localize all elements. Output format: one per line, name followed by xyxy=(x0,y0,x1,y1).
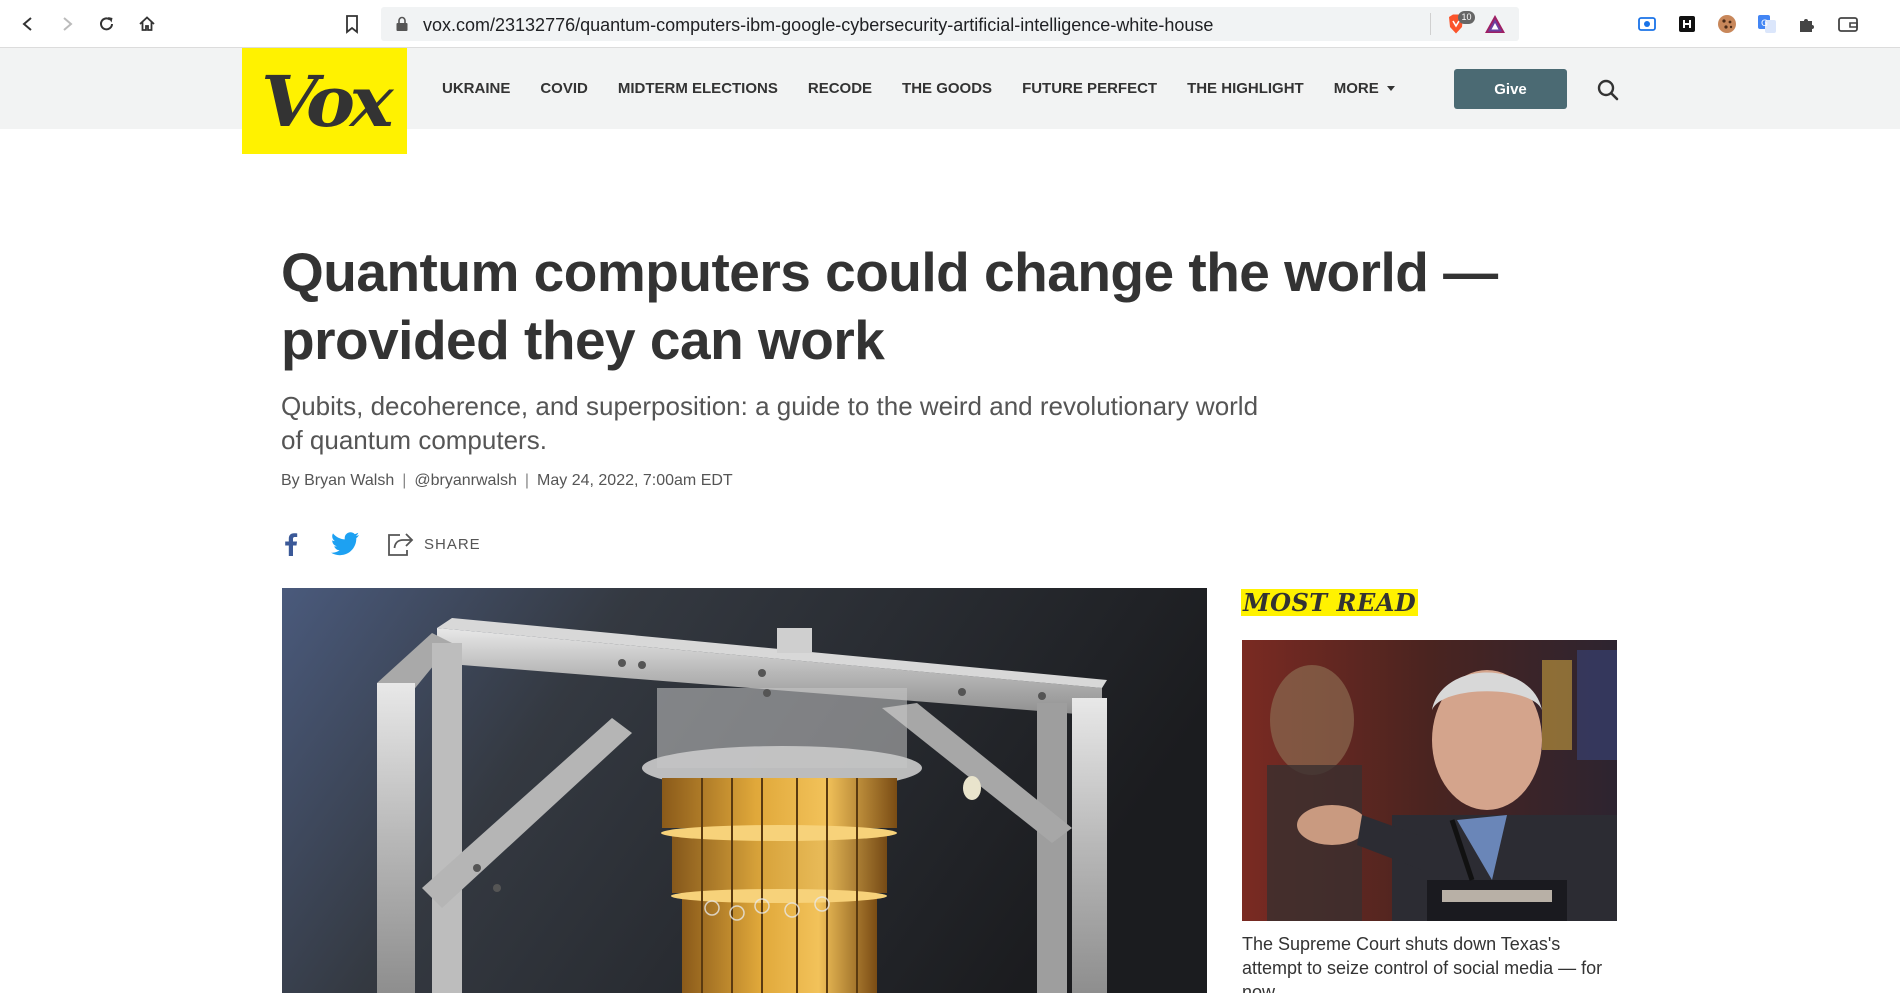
chevron-down-icon xyxy=(1386,86,1395,91)
extensions-button[interactable] xyxy=(1795,12,1819,36)
byline: By Bryan Walsh | @bryanrwalsh | May 24, 2022… xyxy=(281,472,733,490)
share-label[interactable]: SHARE xyxy=(424,536,481,553)
home-icon xyxy=(139,16,155,31)
nav-item-future-perfect[interactable]: FUTURE PERFECT xyxy=(1022,80,1157,97)
article-headline: Quantum computers could change the world… xyxy=(281,241,1498,371)
byline-separator: | xyxy=(402,472,407,489)
bookmark-icon xyxy=(346,15,358,34)
logo-text: Vox xyxy=(260,59,394,143)
back-icon xyxy=(22,17,32,31)
quantum-computer-photo xyxy=(282,588,1207,993)
cookie-extension-icon xyxy=(1718,15,1736,33)
screenshot-extension-button[interactable] xyxy=(1635,12,1659,36)
url-divider xyxy=(1430,13,1431,35)
address-bar[interactable]: vox.com/23132776/quantum-computers-ibm-g… xyxy=(381,7,1519,41)
svg-text:G: G xyxy=(1761,19,1768,29)
extensions-puzzle-icon xyxy=(1800,19,1814,32)
politician-photo xyxy=(1242,640,1617,921)
browser-toolbar: vox.com/23132776/quantum-computers-ibm-g… xyxy=(0,0,1900,48)
nav-item-the-highlight[interactable]: THE HIGHLIGHT xyxy=(1187,80,1304,97)
h-extension-icon xyxy=(1679,16,1695,32)
translate-extension-icon: G xyxy=(1758,15,1776,33)
publish-date: May 24, 2022, 7:00am EDT xyxy=(537,472,733,489)
author-twitter-link[interactable]: @bryanrwalsh xyxy=(414,472,517,489)
brave-rewards-icon[interactable] xyxy=(1483,13,1507,35)
reload-icon xyxy=(100,17,113,31)
screenshot-extension-icon xyxy=(1638,17,1656,31)
hero-image xyxy=(282,588,1207,993)
cookie-extension-button[interactable] xyxy=(1715,12,1739,36)
lock-icon xyxy=(396,16,408,31)
search-button[interactable] xyxy=(1594,76,1622,104)
shield-count-badge: 10 xyxy=(1458,11,1475,24)
article-dek: Qubits, decoherence, and superposition: … xyxy=(281,391,1259,455)
twitter-share-icon[interactable] xyxy=(331,531,361,557)
nav-item-recode[interactable]: RECODE xyxy=(808,80,872,97)
h-extension-button[interactable] xyxy=(1675,12,1699,36)
most-read-heading: MOST READ xyxy=(1241,588,1419,617)
share-bar: SHARE xyxy=(281,528,481,560)
facebook-share-icon[interactable] xyxy=(281,531,301,557)
main-nav: UKRAINE COVID MIDTERM ELECTIONS RECODE T… xyxy=(442,48,1425,129)
back-button[interactable] xyxy=(14,10,42,38)
forward-icon xyxy=(63,17,73,31)
nav-item-ukraine[interactable]: UKRAINE xyxy=(442,80,510,97)
wallet-icon xyxy=(1838,17,1858,32)
nav-item-more[interactable]: MORE xyxy=(1334,80,1395,97)
give-button[interactable]: Give xyxy=(1454,69,1567,109)
vox-logo[interactable]: Vox xyxy=(242,48,407,154)
reload-button[interactable] xyxy=(93,10,121,38)
nav-more-label: MORE xyxy=(1333,80,1379,97)
share-icon[interactable] xyxy=(386,531,414,557)
byline-prefix: By xyxy=(281,472,300,489)
url-text: vox.com/23132776/quantum-computers-ibm-g… xyxy=(423,15,1214,35)
home-button[interactable] xyxy=(133,10,161,38)
most-read-image[interactable] xyxy=(1242,640,1617,921)
author-link[interactable]: Bryan Walsh xyxy=(304,472,394,489)
nav-item-the-goods[interactable]: THE GOODS xyxy=(902,80,992,97)
most-read-story-link[interactable]: The Supreme Court shuts down Texas's att… xyxy=(1242,932,1617,993)
bookmark-button[interactable] xyxy=(340,12,364,36)
forward-button[interactable] xyxy=(53,10,81,38)
nav-item-midterm-elections[interactable]: MIDTERM ELECTIONS xyxy=(618,80,778,97)
search-icon xyxy=(1597,79,1619,101)
nav-item-covid[interactable]: COVID xyxy=(540,80,588,97)
wallet-button[interactable] xyxy=(1836,12,1860,36)
byline-separator: | xyxy=(524,472,530,489)
translate-extension-button[interactable]: G xyxy=(1755,12,1779,36)
